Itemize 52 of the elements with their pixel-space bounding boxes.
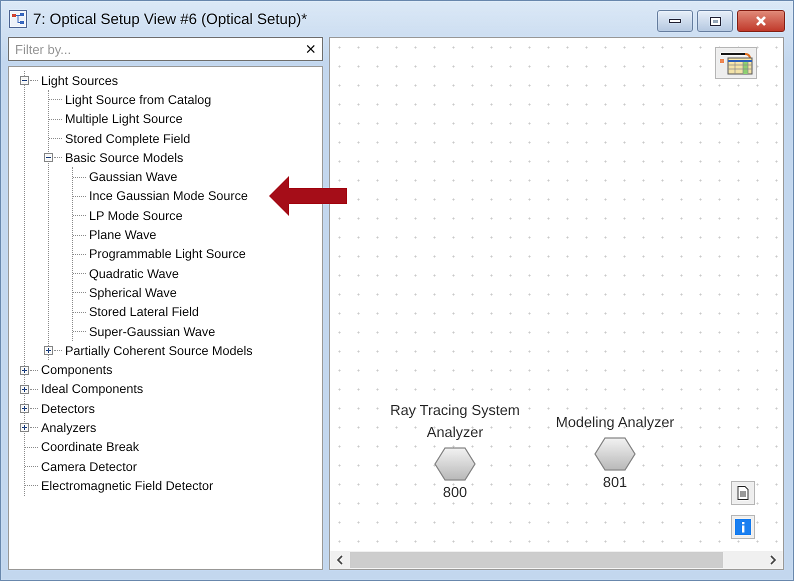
tree-item[interactable]: Quadratic Wave (89, 266, 179, 281)
tree-item[interactable]: Detectors (41, 402, 95, 416)
tree-item[interactable]: Electromagnetic Field Detector (41, 478, 214, 493)
minimize-button[interactable] (657, 10, 693, 32)
hexagon-node[interactable] (434, 447, 476, 481)
tree-item[interactable]: Ince Gaussian Mode Source (89, 189, 248, 204)
collapse-toggle[interactable] (44, 153, 53, 162)
filter-field[interactable]: Filter by... × (8, 37, 323, 61)
tree-item[interactable]: Gaussian Wave (89, 170, 178, 184)
tree-item[interactable]: Stored Complete Field (65, 132, 190, 146)
tree-item[interactable]: LP Mode Source (89, 208, 183, 223)
tree-item[interactable]: Light Sources (41, 74, 118, 88)
tree-item[interactable]: Spherical Wave (89, 286, 177, 300)
tree-item[interactable]: Stored Lateral Field (89, 305, 199, 320)
maximize-icon (710, 16, 720, 26)
tree-item[interactable]: Partially Coherent Source Models (65, 344, 253, 358)
tree-item[interactable]: Super-Gaussian Wave (89, 324, 216, 338)
tree-item[interactable]: Components (41, 363, 112, 378)
close-icon (755, 16, 767, 26)
document-icon[interactable] (731, 481, 755, 505)
node-number: 800 (442, 485, 468, 501)
tree-item[interactable]: Programmable Light Source (89, 247, 246, 262)
node-number: 801 (602, 475, 628, 491)
table-icon[interactable] (715, 47, 757, 79)
node-label: Modeling Analyzer (556, 414, 674, 433)
expand-toggle[interactable] (20, 423, 29, 432)
clear-button[interactable]: × (303, 40, 318, 58)
tree-item[interactable]: Multiple Light Source (65, 112, 183, 126)
scroll-left-icon[interactable] (336, 555, 344, 565)
hexagon-node[interactable] (594, 437, 636, 471)
tree-item[interactable]: Camera Detector (41, 460, 137, 474)
collapse-toggle[interactable] (20, 76, 29, 86)
tree-item[interactable]: Light Source from Catalog (65, 92, 212, 107)
tree-item[interactable]: Analyzers (41, 420, 96, 435)
maximize-button[interactable] (697, 10, 733, 32)
expand-toggle[interactable] (20, 404, 29, 414)
diagram-icon (9, 10, 27, 28)
tree-item[interactable]: Coordinate Break (41, 440, 140, 454)
tree-item[interactable]: Ideal Components (41, 382, 144, 396)
expand-toggle[interactable] (44, 346, 53, 356)
scroll-right-icon[interactable] (769, 555, 777, 565)
minimize-icon (669, 18, 681, 24)
window-title: 7: Optical Setup View #6 (Optical Setup)* (33, 10, 308, 28)
expand-toggle[interactable] (20, 384, 29, 394)
horizontal-scrollbar[interactable] (330, 551, 783, 569)
close-button[interactable] (737, 10, 785, 32)
info-icon[interactable] (731, 515, 755, 539)
tree-item[interactable]: Plane Wave (89, 228, 156, 242)
node-label: Ray Tracing System Analyzer (389, 402, 521, 443)
scrollbar-thumb[interactable] (350, 552, 723, 568)
expand-toggle[interactable] (20, 366, 29, 375)
tree-item[interactable]: Basic Source Models (65, 150, 184, 165)
